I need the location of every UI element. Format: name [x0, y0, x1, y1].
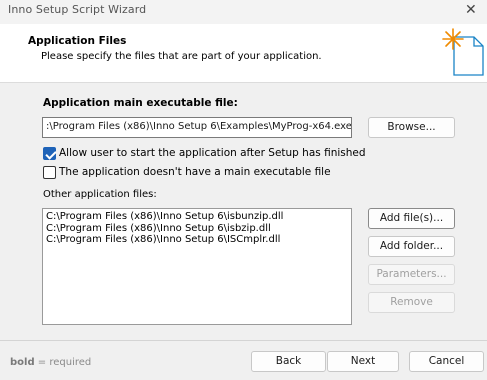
parameters-button[interactable]: Parameters... [368, 264, 455, 285]
other-files-label: Other application files: [43, 189, 157, 200]
remove-button[interactable]: Remove [368, 292, 455, 313]
add-files-button[interactable]: Add file(s)... [368, 208, 455, 229]
allow-start-label: Allow user to start the application afte… [59, 147, 366, 159]
close-icon[interactable]: ✕ [465, 0, 487, 24]
page-subtitle: Please specify the files that are part o… [41, 51, 322, 62]
footer-divider [0, 340, 487, 341]
next-button[interactable]: Next [327, 351, 399, 372]
list-item[interactable]: C:\Program Files (x86)\Inno Setup 6\isbu… [46, 211, 348, 223]
required-note-text: = required [34, 357, 92, 368]
allow-start-checkbox[interactable]: Allow user to start the application afte… [43, 147, 366, 161]
wizard-header: Application Files Please specify the fil… [0, 24, 487, 83]
browse-button[interactable]: Browse... [368, 117, 455, 138]
required-note: bold = required [10, 357, 91, 368]
main-exe-label: Application main executable file: [43, 97, 238, 109]
no-main-exe-label: The application doesn't have a main exec… [59, 166, 331, 178]
main-exe-input[interactable]: :\Program Files (x86)\Inno Setup 6\Examp… [42, 117, 352, 138]
title-bar: Inno Setup Script Wizard ✕ [0, 0, 487, 24]
back-button[interactable]: Back [251, 351, 326, 372]
checkbox-checked-icon[interactable] [43, 147, 56, 160]
no-main-exe-checkbox[interactable]: The application doesn't have a main exec… [43, 166, 343, 180]
required-note-bold: bold [10, 357, 35, 368]
page-title: Application Files [28, 35, 127, 47]
wizard-document-icon [442, 28, 484, 76]
checkbox-unchecked-icon[interactable] [43, 166, 56, 179]
add-folder-button[interactable]: Add folder... [368, 236, 455, 257]
window-title: Inno Setup Script Wizard [8, 3, 147, 16]
other-files-list[interactable]: C:\Program Files (x86)\Inno Setup 6\isbu… [42, 208, 352, 325]
list-item[interactable]: C:\Program Files (x86)\Inno Setup 6\isbz… [46, 223, 348, 235]
list-item[interactable]: C:\Program Files (x86)\Inno Setup 6\ISCm… [46, 234, 348, 246]
cancel-button[interactable]: Cancel [409, 351, 484, 372]
